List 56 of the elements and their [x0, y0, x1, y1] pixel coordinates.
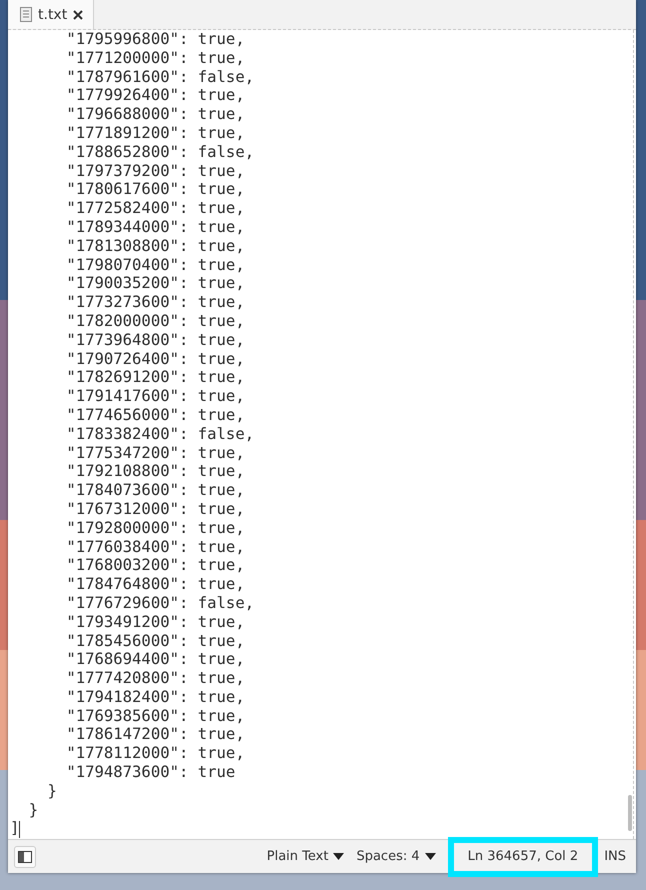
- code-line: "1793491200": true,: [65, 612, 245, 631]
- caret-icon: [424, 853, 436, 860]
- code-line: "1776729600": false,: [65, 594, 254, 612]
- code-line: "1776038400": true,: [65, 538, 245, 556]
- indentation-dropdown[interactable]: Spaces: 4: [350, 849, 442, 864]
- close-icon[interactable]: [73, 10, 84, 20]
- code-line: "1798070400": true,: [65, 256, 245, 274]
- code-line: "1789344000": true,: [65, 218, 245, 236]
- code-line: "1787961600": false,: [65, 68, 254, 86]
- code-line: ]: [10, 819, 20, 838]
- code-line: "1773273600": true,: [65, 293, 245, 312]
- code-line: "1780617600": true,: [65, 180, 245, 198]
- file-tab[interactable]: t.txt: [8, 0, 94, 29]
- code-line: "1795996800": true,: [65, 30, 245, 48]
- code-line: "1774656000": true,: [65, 406, 245, 424]
- code-line: "1775347200": true,: [65, 444, 245, 462]
- code-line: "1772582400": true,: [65, 199, 245, 218]
- code-line: "1783382400": false,: [65, 424, 254, 443]
- code-line: "1782691200": true,: [65, 368, 245, 386]
- code-line: "1792800000": true,: [65, 518, 245, 537]
- code-line: "1773964800": true,: [65, 330, 245, 349]
- code-line: "1768694400": true,: [65, 650, 245, 668]
- code-line: "1769385600": true,: [65, 706, 245, 725]
- code-line: }: [28, 800, 38, 819]
- sidebar-toggle-button[interactable]: [14, 846, 36, 868]
- code-line: "1771891200": true,: [65, 124, 245, 142]
- sidebar-icon: [18, 850, 32, 862]
- text-cursor-icon: [19, 820, 20, 838]
- code-line: "1785456000": true,: [65, 632, 245, 650]
- code-line: "1777420800": true,: [65, 669, 245, 688]
- code-line: }: [46, 782, 57, 800]
- code-line: "1784764800": true,: [65, 575, 245, 594]
- code-line: "1778112000": true,: [65, 744, 245, 762]
- code-line: "1792108800": true,: [65, 462, 245, 480]
- code-line: "1790035200": true,: [65, 274, 245, 292]
- caret-icon: [333, 853, 344, 860]
- document-icon: [20, 7, 32, 22]
- code-line: "1790726400": true,: [65, 350, 245, 368]
- cursor-position[interactable]: Ln 364657, Col 2: [448, 836, 598, 876]
- code-line: "1794182400": true,: [65, 688, 245, 706]
- scrollbar-thumb[interactable]: [628, 795, 632, 831]
- code-line: "1796688000": true,: [65, 105, 245, 124]
- code-line: "1788652800": false,: [65, 142, 254, 161]
- code-line: "1779926400": true,: [65, 86, 245, 104]
- language-dropdown[interactable]: Plain Text: [260, 849, 350, 864]
- code-line: "1781308800": true,: [65, 236, 245, 255]
- code-line: "1797379200": true,: [65, 162, 245, 180]
- code-line: "1786147200": true,: [65, 725, 245, 744]
- code-line: "1784073600": true,: [65, 481, 245, 500]
- code-line: "1771200000": true,: [65, 48, 245, 67]
- code-line: "1782000000": true,: [65, 312, 245, 330]
- code-line: "1767312000": true,: [65, 500, 245, 518]
- code-line: "1794873600": true: [65, 763, 236, 782]
- code-line: "1768003200": true,: [65, 556, 245, 574]
- code-line: "1791417600": true,: [65, 387, 245, 406]
- insert-mode: INS: [604, 849, 626, 864]
